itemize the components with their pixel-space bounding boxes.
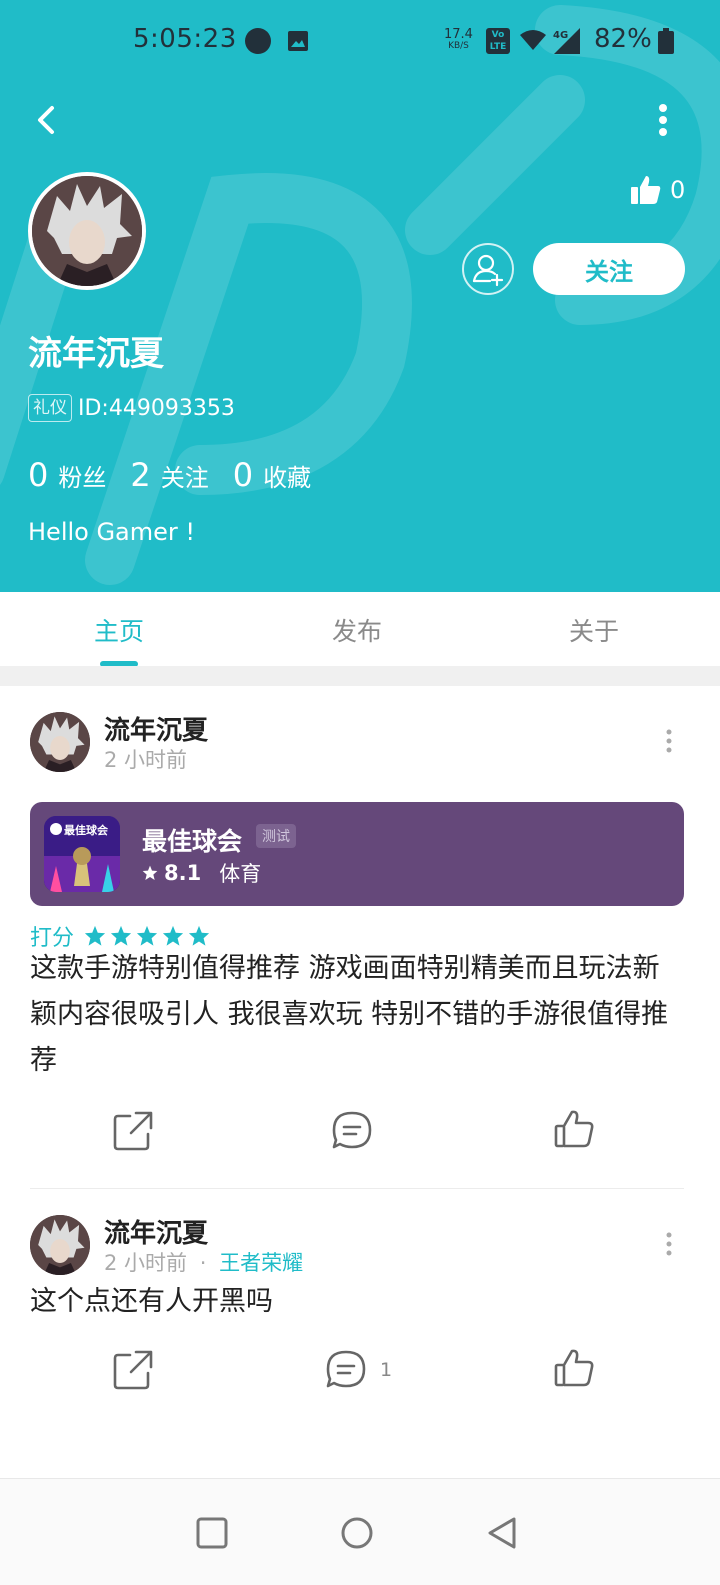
- game-genre: 体育: [219, 862, 262, 886]
- avatar-illustration: [30, 712, 90, 772]
- thumbs-up-icon: [631, 176, 661, 204]
- volte-icon: Vo LTE: [486, 28, 510, 54]
- system-nav-bar: [0, 1478, 720, 1585]
- volte-top-text: Vo: [491, 30, 505, 40]
- comment-icon[interactable]: [331, 1110, 373, 1152]
- battery-icon: [658, 28, 674, 54]
- battery-percent: 82%: [594, 24, 652, 54]
- post-avatar[interactable]: [30, 712, 90, 772]
- post-author[interactable]: 流年沉夏: [104, 1213, 208, 1250]
- post-topic-link[interactable]: 王者荣耀: [219, 1251, 303, 1275]
- post-text[interactable]: 这款手游特别值得推荐 游戏画面特别精美而且玩法新颖内容很吸引人 我很喜欢玩 特别…: [30, 946, 680, 1084]
- post-meta: 2 小时前 · 王者荣耀: [104, 1247, 303, 1277]
- profile-id: ID:449093353: [78, 396, 235, 421]
- profile-stats: 0 粉丝 2 关注 0 收藏: [28, 456, 311, 494]
- nav-home-icon[interactable]: [337, 1513, 377, 1553]
- add-friend-icon: [472, 254, 504, 287]
- game-icon-label: 最佳球会: [64, 824, 108, 837]
- comment-count: 1: [380, 1359, 393, 1381]
- stat-fans-label: 粉丝: [58, 464, 107, 492]
- network-speed-unit: KB/S: [448, 41, 469, 51]
- status-time: 5:05:23: [133, 24, 237, 54]
- stat-following-label: 关注: [160, 464, 209, 492]
- post-text[interactable]: 这个点还有人开黑吗: [30, 1279, 680, 1325]
- post-card: 流年沉夏 2 小时前 · 王者荣耀 这个点还有人开黑吗 1: [0, 1189, 720, 1459]
- star-icon: [142, 865, 158, 880]
- like-icon[interactable]: [553, 1347, 595, 1389]
- watermark-logo: [0, 5, 720, 585]
- game-score: 8.1: [164, 861, 202, 885]
- rating-star-icon: [162, 925, 184, 946]
- profile-like-button[interactable]: 0: [630, 172, 685, 208]
- tab-posts[interactable]: 发布: [297, 612, 417, 648]
- profile-tabs: 主页 发布 关于: [0, 592, 720, 666]
- section-divider: [0, 666, 720, 686]
- volte-bottom-text: LTE: [489, 42, 507, 52]
- signal-icon: 4G: [553, 28, 580, 54]
- network-speed: 17.4 KB/S: [444, 28, 473, 52]
- meta-separator: ·: [199, 1251, 207, 1275]
- wifi-icon: [520, 30, 546, 50]
- stat-following-count: 2: [130, 456, 151, 494]
- follow-button[interactable]: 关注: [533, 243, 685, 295]
- share-icon[interactable]: [112, 1110, 154, 1152]
- profile-avatar[interactable]: [28, 172, 146, 290]
- nav-recents-icon[interactable]: [192, 1513, 232, 1553]
- stat-fans[interactable]: 0 粉丝: [28, 456, 106, 494]
- comment-icon[interactable]: [325, 1349, 367, 1391]
- more-vertical-icon[interactable]: [650, 100, 676, 140]
- network-type-text: 4G: [553, 30, 568, 41]
- avatar-illustration: [30, 1215, 90, 1275]
- like-icon[interactable]: [553, 1108, 595, 1150]
- profile-like-count: 0: [670, 176, 686, 204]
- rating-star-icon: [84, 925, 106, 946]
- game-card[interactable]: 最佳球会 最佳球会 测试 8.1 体育: [30, 802, 684, 906]
- rating-star-icon: [110, 925, 132, 946]
- game-test-badge: 测试: [256, 824, 296, 848]
- status-bar: 5:05:23 17.4 KB/S Vo LTE 4G 82%: [0, 0, 720, 80]
- tab-home[interactable]: 主页: [59, 612, 179, 648]
- post-time: 2 小时前: [104, 1251, 188, 1275]
- add-friend-button[interactable]: [462, 243, 514, 295]
- share-icon[interactable]: [112, 1349, 154, 1391]
- post-more-icon[interactable]: [664, 1231, 674, 1257]
- rating-star-icon: [188, 925, 210, 946]
- avatar-illustration: [32, 176, 142, 286]
- profile-bio: Hello Gamer !: [28, 518, 196, 546]
- network-speed-value: 17.4: [444, 27, 473, 42]
- post-author[interactable]: 流年沉夏: [104, 710, 208, 747]
- game-name: 最佳球会: [142, 827, 243, 856]
- back-icon[interactable]: [28, 100, 68, 140]
- stat-fans-count: 0: [28, 456, 49, 494]
- game-rating: 8.1 体育: [142, 858, 261, 888]
- stat-favorites-count: 0: [232, 456, 254, 494]
- profile-name: 流年沉夏: [28, 334, 164, 374]
- post-time: 2 小时前: [104, 748, 188, 772]
- stat-favorites[interactable]: 0 收藏: [233, 456, 311, 494]
- etiquette-badge[interactable]: 礼仪: [28, 394, 72, 422]
- rating-star-icon: [136, 925, 158, 946]
- stat-favorites-label: 收藏: [263, 464, 312, 492]
- tab-about[interactable]: 关于: [534, 612, 654, 648]
- game-icon: 最佳球会: [44, 816, 120, 892]
- post-more-icon[interactable]: [664, 728, 674, 754]
- post-avatar[interactable]: [30, 1215, 90, 1275]
- stat-following[interactable]: 2 关注: [130, 456, 208, 494]
- profile-header: 5:05:23 17.4 KB/S Vo LTE 4G 82% 0 关注 流年沉…: [0, 0, 720, 592]
- notification-app-icon: [245, 28, 271, 54]
- gallery-notification-icon: [288, 31, 308, 51]
- nav-back-icon[interactable]: [482, 1513, 522, 1553]
- rating-stars: [84, 925, 210, 947]
